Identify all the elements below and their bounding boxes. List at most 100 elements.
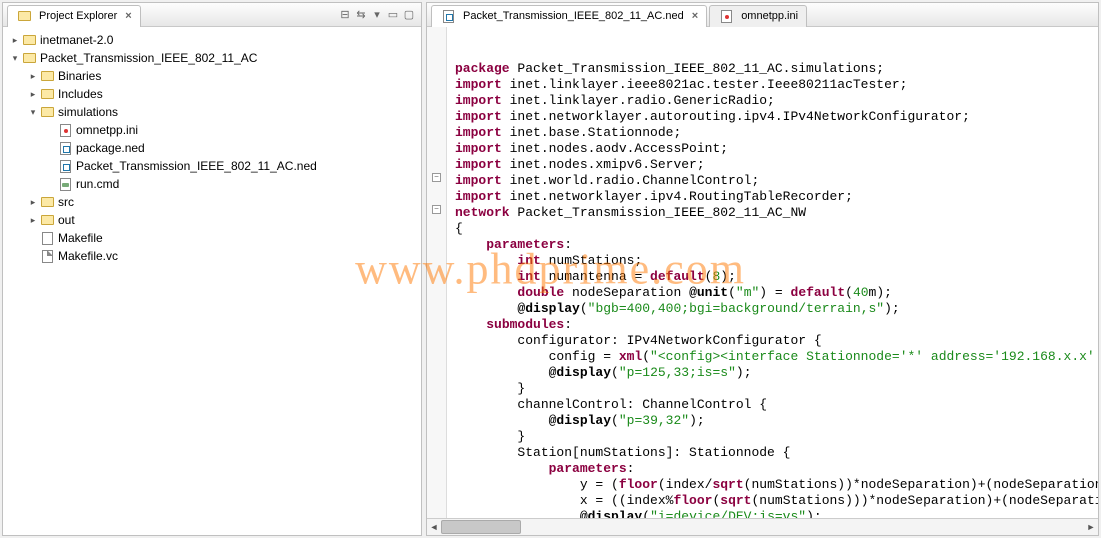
keyword: import [455,189,502,204]
keyword: network [455,205,510,220]
scroll-left-icon[interactable]: ◄ [427,519,441,535]
tree-item[interactable]: ▸inetmanet-2.0 [3,31,421,49]
keyword: import [455,173,502,188]
scroll-right-icon[interactable]: ► [1084,519,1098,535]
horizontal-scrollbar[interactable]: ◄ ► [427,518,1098,535]
ned-ic-icon [440,8,456,24]
code-text: ( [580,301,588,316]
code-text: (numStations)))*nodeSeparation)+(nodeSep… [751,493,1098,508]
tree-item-label: Binaries [58,69,101,83]
tree-twisty-icon[interactable]: ▸ [27,215,39,226]
explorer-titlebar: Project Explorer × ⊟ ⇆ ▾ ▭ ▢ [3,3,421,27]
tree-item[interactable]: ▾simulations [3,103,421,121]
tree-item-label: src [58,195,74,209]
code-editor[interactable]: − − package Packet_Transmission_IEEE_802… [427,27,1098,518]
code-text [455,253,517,268]
mk-ic-icon [39,230,55,246]
tree-item-label: Includes [58,87,103,101]
code-text: nodeSeparation [564,285,689,300]
ini-ic-icon [718,8,734,24]
tree-twisty-icon[interactable]: ▾ [27,107,39,118]
keyword: default [650,269,705,284]
tree-item[interactable]: ▸ Binaries [3,67,421,85]
tree-item[interactable]: Makefile.vc [3,247,421,265]
tree-item-label: package.ned [76,141,145,155]
code-text: } [455,429,525,444]
code-text: : [564,237,572,252]
keyword: import [455,125,502,140]
code-text: Packet_Transmission_IEEE_802_11_AC.simul… [510,61,884,76]
folder-y-icon [39,194,55,210]
tree-twisty-icon[interactable]: ▸ [27,197,39,208]
fold-marker-icon[interactable]: − [432,173,441,182]
view-menu-icon[interactable]: ▾ [369,7,385,23]
maximize-icon[interactable]: ▢ [401,7,417,23]
code-text [455,413,549,428]
code-text: inet.networklayer.autorouting.ipv4.IPv4N… [502,109,970,124]
project-tree[interactable]: ▸inetmanet-2.0▾Packet_Transmission_IEEE_… [3,27,421,535]
keyword: floor [673,493,712,508]
code-text: config = [455,349,619,364]
tree-item[interactable]: ▸ Includes [3,85,421,103]
tree-twisty-icon[interactable]: ▾ [9,53,21,64]
keyword: sqrt [712,477,743,492]
keyword: xml [619,349,642,364]
code-text: ); [884,301,900,316]
keyword: submodules [486,317,564,332]
project-explorer-pane: Project Explorer × ⊟ ⇆ ▾ ▭ ▢ ▸inetmanet-… [2,2,422,536]
editor-tab-label: Packet_Transmission_IEEE_802_11_AC.ned [463,10,684,22]
tree-item[interactable]: package.ned [3,139,421,157]
code-text: inet.networklayer.ipv4.RoutingTableRecor… [502,189,853,204]
code-text [455,365,549,380]
editor-pane: Packet_Transmission_IEEE_802_11_AC.ned × o… [426,2,1099,536]
tab-close-icon[interactable]: × [692,10,698,22]
string: "<config><interface Stationnode='*' addr… [650,349,1098,364]
code-text: inet.base.Stationnode; [502,125,681,140]
tree-item-label: out [58,213,75,227]
code-text: Station[numStations]: Stationnode { [455,445,790,460]
editor-gutter: − − [427,27,447,518]
code-text [455,461,549,476]
tree-twisty-icon[interactable]: ▸ [27,89,39,100]
code-text: ); [689,413,705,428]
code-text: numantenna = [541,269,650,284]
tree-item-label: Packet_Transmission_IEEE_802_11_AC.ned [76,159,317,173]
annotation: @display [580,509,642,518]
ned-ic-icon [57,140,73,156]
keyword: parameters [549,461,627,476]
keyword: default [791,285,846,300]
tree-item[interactable]: omnetpp.ini [3,121,421,139]
scrollbar-thumb[interactable] [441,520,521,534]
tree-twisty-icon[interactable]: ▸ [27,71,39,82]
minimize-icon[interactable]: ▭ [385,7,401,23]
tree-item[interactable]: run.cmd [3,175,421,193]
code-text: : [564,317,572,332]
tree-item[interactable]: ▸ out [3,211,421,229]
editor-tab[interactable]: omnetpp.ini [709,5,807,27]
number: 40 [853,285,869,300]
tree-item[interactable]: ▸ src [3,193,421,211]
keyword: import [455,157,502,172]
code-text: configurator: IPv4NetworkConfigurator { [455,333,822,348]
code-text: channelControl: ChannelControl { [455,397,767,412]
explorer-tab-close-icon[interactable]: × [125,10,131,22]
tree-twisty-icon[interactable]: ▸ [9,35,21,46]
tree-item[interactable]: Makefile [3,229,421,247]
keyword: sqrt [720,493,751,508]
code-text: x = ((index% [455,493,673,508]
code-text [455,269,517,284]
tree-item[interactable]: ▾Packet_Transmission_IEEE_802_11_AC [3,49,421,67]
tree-item[interactable]: Packet_Transmission_IEEE_802_11_AC.ned [3,157,421,175]
code-text: (index/ [658,477,713,492]
fold-marker-icon[interactable]: − [432,205,441,214]
annotation: @display [517,301,579,316]
link-editor-icon[interactable]: ⇆ [353,7,369,23]
code-text: ( [845,285,853,300]
keyword: import [455,93,502,108]
explorer-tab[interactable]: Project Explorer × [7,5,141,27]
editor-tab[interactable]: Packet_Transmission_IEEE_802_11_AC.ned × [431,5,707,27]
ned-ic-icon [57,158,73,174]
code-text: inet.linklayer.ieee8021ac.tester.Ieee802… [502,77,908,92]
keyword: int [517,253,540,268]
collapse-all-icon[interactable]: ⊟ [337,7,353,23]
